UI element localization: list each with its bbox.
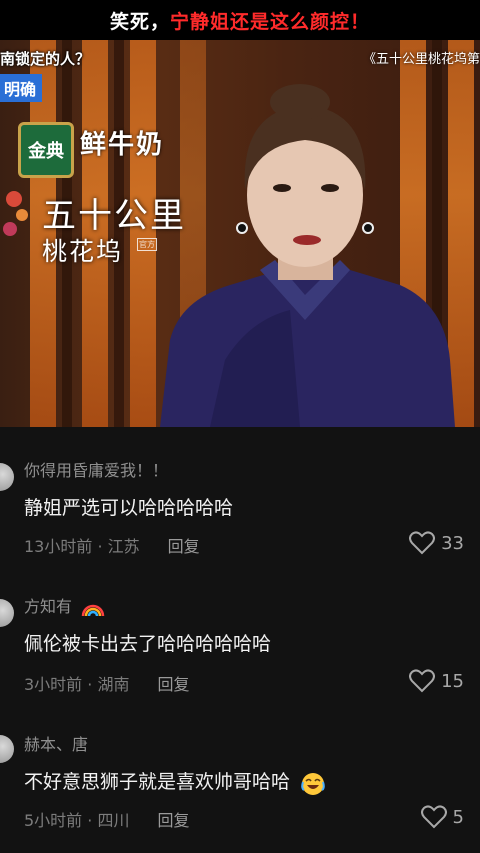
video-caption-bar: 笑死， 宁静姐还是这么颜控！	[0, 0, 480, 40]
rainbow-icon	[81, 604, 105, 616]
video-subtitle-top: 南锁定的人？	[0, 50, 91, 68]
reply-button[interactable]: 回复	[168, 533, 200, 557]
avatar[interactable]	[0, 599, 14, 627]
avatar[interactable]	[0, 463, 14, 491]
video-player[interactable]: 南锁定的人？ 明确 《五十公里桃花坞第 金典 鲜牛奶 五十公里 桃花坞 官方	[0, 40, 480, 427]
comment-username[interactable]: 你得用昏庸爱我！！	[24, 457, 168, 481]
like-button[interactable]: 5	[420, 805, 464, 829]
person-figure	[160, 84, 455, 427]
comment-text: 静姐严选可以哈哈哈哈哈	[24, 497, 234, 519]
comment-username[interactable]: 赫本、唐	[24, 731, 88, 755]
show-logo-subtitle: 桃花坞	[42, 237, 124, 266]
sponsor-logo: 金典	[18, 122, 74, 178]
reply-button[interactable]: 回复	[157, 671, 189, 695]
show-logo-title: 五十公里	[42, 196, 186, 236]
comment-time-location: 13小时前 · 江苏	[24, 537, 140, 556]
sponsor-text: 鲜牛奶	[80, 130, 165, 160]
show-title-watermark: 《五十公里桃花坞第	[362, 52, 480, 67]
comment-meta: 3小时前 · 湖南 回复	[24, 671, 189, 695]
flower-deco-icon	[3, 191, 28, 236]
heart-icon	[409, 669, 436, 693]
like-button[interactable]: 15	[409, 669, 464, 693]
comment-list: 你得用昏庸爱我！！ 静姐严选可以哈哈哈哈哈 13小时前 · 江苏 回复 33 方…	[0, 427, 480, 853]
like-count: 33	[441, 532, 464, 554]
avatar[interactable]	[0, 735, 14, 763]
show-logo-badge: 官方	[137, 238, 157, 251]
like-count: 15	[441, 670, 464, 692]
comment-text: 佩伦被卡出去了哈哈哈哈哈哈	[24, 633, 272, 655]
comment-username[interactable]: 方知有	[24, 597, 72, 616]
comment-username-row: 方知有	[24, 593, 105, 617]
heart-icon	[420, 805, 447, 829]
like-count: 5	[452, 806, 464, 828]
comment-meta: 13小时前 · 江苏 回复	[24, 533, 200, 557]
caption-part2: 宁静姐还是这么颜控！	[170, 10, 371, 33]
comment-text: 不好意思狮子就是喜欢帅哥哈哈	[24, 771, 291, 793]
comment-time-location: 3小时前 · 湖南	[24, 675, 130, 694]
video-subtitle-tag: 明确	[0, 74, 43, 102]
comment-text-row: 不好意思狮子就是喜欢帅哥哈哈	[24, 767, 325, 796]
comment-time-location: 5小时前 · 四川	[24, 811, 130, 830]
caption-part1: 笑死，	[109, 10, 170, 33]
like-button[interactable]: 33	[409, 531, 464, 555]
heart-icon	[409, 531, 436, 555]
reply-button[interactable]: 回复	[157, 807, 189, 831]
crying-laughing-icon	[301, 772, 325, 795]
comment-meta: 5小时前 · 四川 回复	[24, 807, 189, 831]
